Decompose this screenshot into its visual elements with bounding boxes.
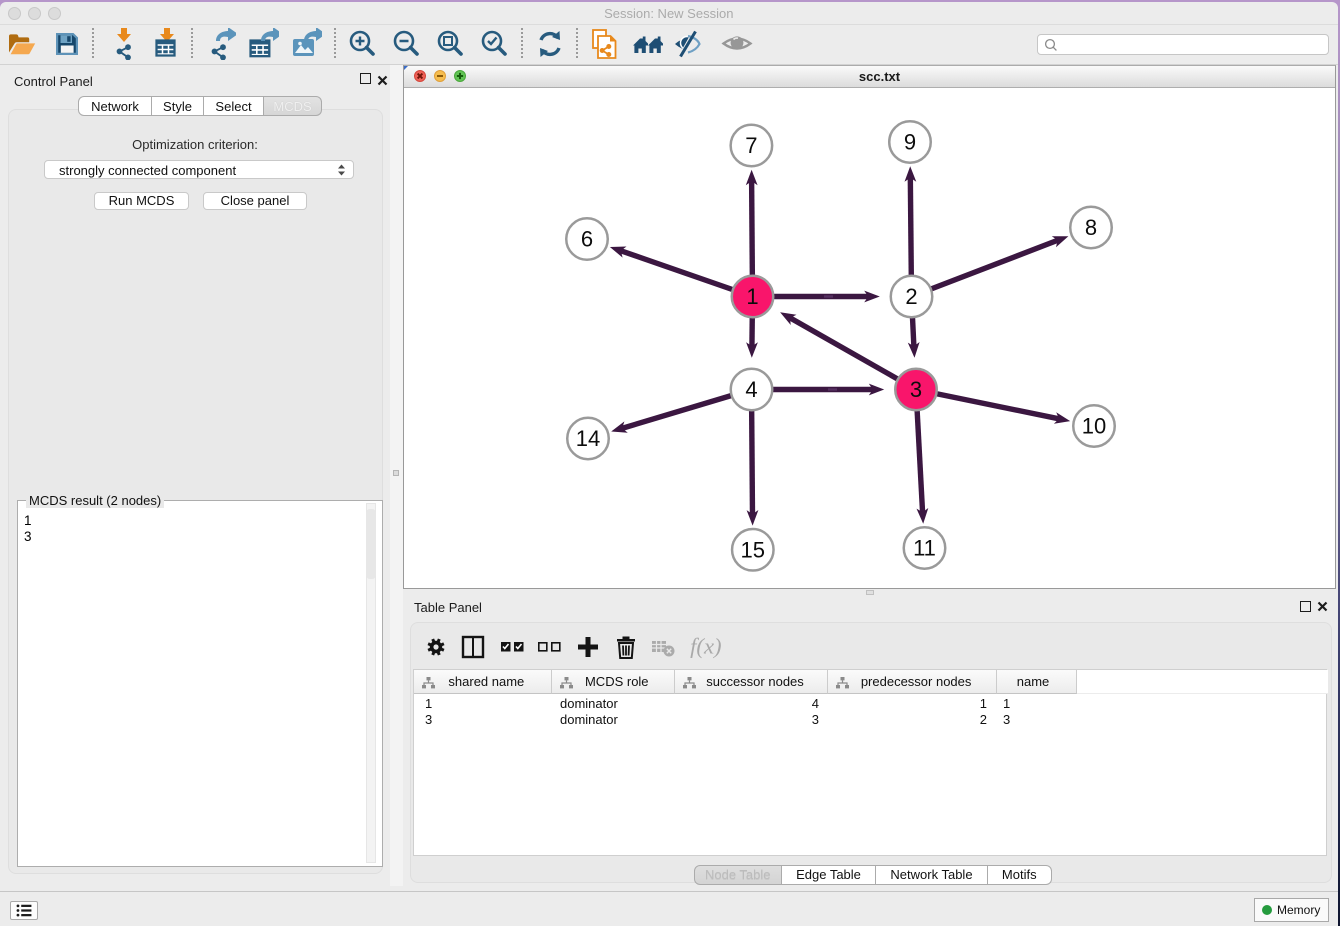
svg-text:15: 15 xyxy=(741,537,765,562)
svg-text:2: 2 xyxy=(905,284,917,309)
svg-text:8: 8 xyxy=(1085,215,1097,240)
svg-text:1: 1 xyxy=(746,284,758,309)
svg-text:f(x): f(x) xyxy=(690,633,721,658)
svg-text:11: 11 xyxy=(913,536,936,561)
svg-text:4: 4 xyxy=(745,377,757,402)
svg-text:14: 14 xyxy=(576,426,600,451)
svg-text:9: 9 xyxy=(904,130,916,155)
svg-text:3: 3 xyxy=(910,377,922,402)
svg-text:10: 10 xyxy=(1082,414,1106,439)
svg-text:6: 6 xyxy=(581,227,593,252)
svg-text:7: 7 xyxy=(745,133,757,158)
